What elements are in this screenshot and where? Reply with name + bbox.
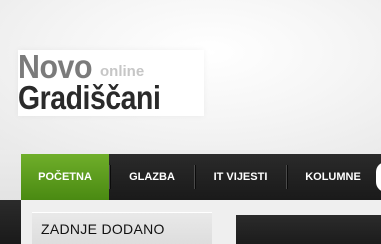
site-logo[interactable]: Novo online Gradiščani xyxy=(18,50,204,116)
nav-item-kolumne[interactable]: KOLUMNE xyxy=(287,154,379,200)
nav-item-pocetna[interactable]: POČETNA xyxy=(21,154,109,200)
left-dark-strip xyxy=(0,200,21,244)
sidebar-recent-box: ZADNJE DODANO xyxy=(32,212,212,244)
sidebar-recent-title: ZADNJE DODANO xyxy=(41,221,165,237)
logo-word-gradiscani: Gradiščani xyxy=(18,79,161,116)
nav-item-it-vijesti[interactable]: IT VIJESTI xyxy=(195,154,286,200)
nav-search-edge[interactable] xyxy=(376,162,381,192)
nav-item-glazba[interactable]: GLAZBA xyxy=(110,154,194,200)
logo-word-online: online xyxy=(100,63,145,80)
main-content-panel xyxy=(236,215,381,244)
main-navigation: POČETNA GLAZBA IT VIJESTI KOLUMNE xyxy=(21,154,381,200)
